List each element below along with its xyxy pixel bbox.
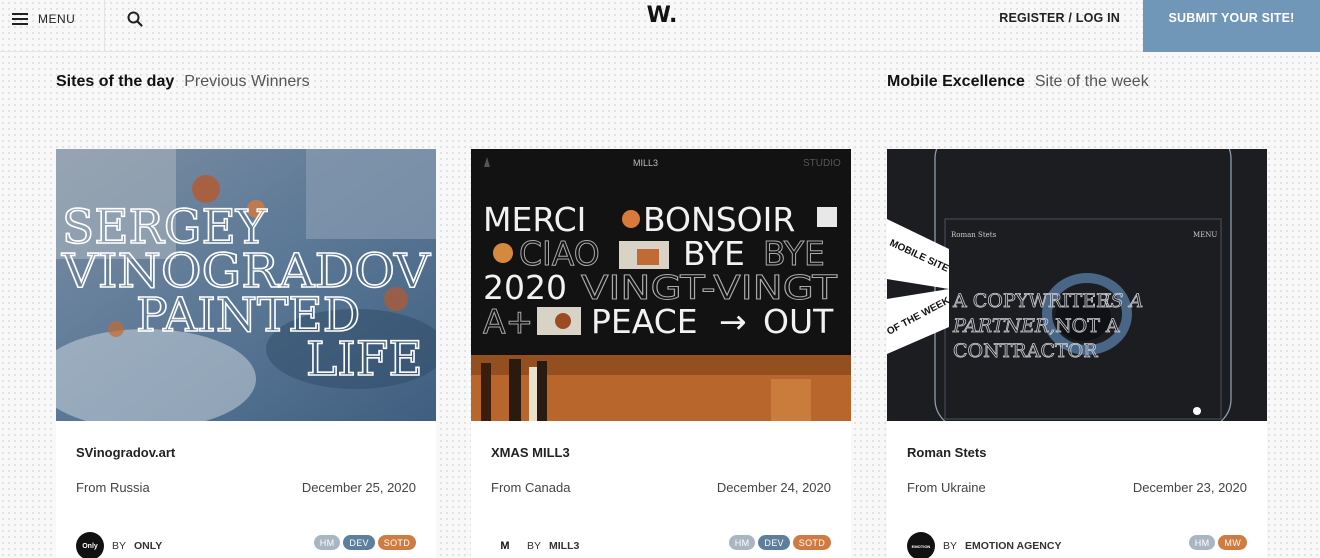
avatar: Only (76, 532, 104, 558)
header-divider (104, 0, 105, 52)
author-link[interactable]: Only BY ONLY (76, 532, 162, 558)
site-card: SERGEY VINOGRADOV PAINTED LIFE SVinograd… (56, 149, 436, 558)
author-name: ONLY (134, 540, 163, 552)
author-name: MILL3 (549, 540, 580, 552)
author-prefix: BY (112, 540, 127, 552)
sites-of-the-day-heading: Sites of the day Previous Winners (56, 73, 310, 91)
thumb-text: NOT A (1055, 315, 1120, 337)
badge-dev[interactable]: DEV (343, 535, 375, 550)
badge-dev[interactable]: DEV (758, 535, 790, 550)
register-login-link[interactable]: REGISTER / LOG IN (999, 11, 1120, 25)
author-link[interactable]: M BY MILL3 (491, 532, 579, 558)
thumb-text: PEACE (591, 302, 698, 341)
site-thumbnail[interactable]: Roman Stets MENU MOBILE SITE OF THE WEEK… (887, 149, 1267, 421)
site-card: MILL3 STUDIO MERCI BONSOIR CIAO BYE BYE … (471, 149, 851, 558)
search-icon[interactable] (126, 10, 144, 28)
award-badges: HM DEV SOTD (313, 535, 416, 550)
thumb-text: CONTRACTOR (953, 340, 1098, 362)
avatar: EMOTION (907, 532, 935, 558)
thumb-text: MILL3 (633, 158, 658, 168)
thumb-text: STUDIO (803, 158, 841, 169)
thumb-text: Roman Stets (951, 231, 997, 239)
author-link[interactable]: EMOTION BY EMOTION AGENCY (907, 532, 1061, 558)
site-country: From Ukraine (907, 480, 986, 495)
site-of-the-week-link[interactable]: Site of the week (1035, 73, 1149, 91)
avatar: M (491, 532, 519, 558)
site-name[interactable]: XMAS MILL3 (491, 445, 570, 460)
author-prefix: BY (527, 540, 542, 552)
badge-hm[interactable]: HM (728, 535, 756, 550)
submit-site-button[interactable]: SUBMIT YOUR SITE! (1143, 0, 1320, 52)
author-prefix: BY (943, 540, 958, 552)
menu-button[interactable]: MENU (12, 8, 75, 30)
thumb-text: IS A (1102, 290, 1143, 312)
menu-label: MENU (38, 12, 76, 26)
site-country: From Russia (76, 480, 150, 495)
site-name[interactable]: SVinogradov.art (76, 445, 175, 460)
site-name[interactable]: Roman Stets (907, 445, 986, 460)
badge-mw[interactable]: MW (1218, 535, 1247, 550)
thumb-text: A COPYWRITER (952, 290, 1111, 312)
thumb-text: OUT (763, 302, 834, 341)
author-name: EMOTION AGENCY (965, 540, 1062, 552)
thumb-text: MENU (1193, 231, 1217, 239)
site-card: Roman Stets MENU MOBILE SITE OF THE WEEK… (887, 149, 1267, 558)
hamburger-icon (12, 13, 28, 25)
section-title: Mobile Excellence (887, 73, 1025, 90)
thumb-text: A+ (483, 302, 533, 341)
award-badges: HM DEV SOTD (728, 535, 831, 550)
thumb-text: → (719, 302, 747, 341)
site-date: December 23, 2020 (1132, 480, 1247, 495)
badge-sotd[interactable]: SOTD (792, 535, 831, 550)
badge-sotd[interactable]: SOTD (377, 535, 416, 550)
site-country: From Canada (491, 480, 571, 495)
badge-hm[interactable]: HM (1188, 535, 1216, 550)
site-logo[interactable]: W. (640, 3, 684, 28)
thumb-text: PARTNER, (952, 315, 1055, 337)
top-header: MENU W. REGISTER / LOG IN SUBMIT YOUR SI… (0, 0, 1320, 52)
award-badges: HM MW (1188, 535, 1247, 550)
mobile-excellence-heading: Mobile Excellence Site of the week (887, 73, 1149, 91)
site-date: December 24, 2020 (716, 480, 831, 495)
site-thumbnail[interactable]: SERGEY VINOGRADOV PAINTED LIFE (56, 149, 436, 421)
site-date: December 25, 2020 (301, 480, 416, 495)
site-thumbnail[interactable]: MILL3 STUDIO MERCI BONSOIR CIAO BYE BYE … (471, 149, 851, 421)
thumb-text: LIFE (306, 332, 423, 387)
previous-winners-link[interactable]: Previous Winners (184, 73, 309, 91)
section-title: Sites of the day (56, 73, 175, 90)
badge-hm[interactable]: HM (313, 535, 341, 550)
